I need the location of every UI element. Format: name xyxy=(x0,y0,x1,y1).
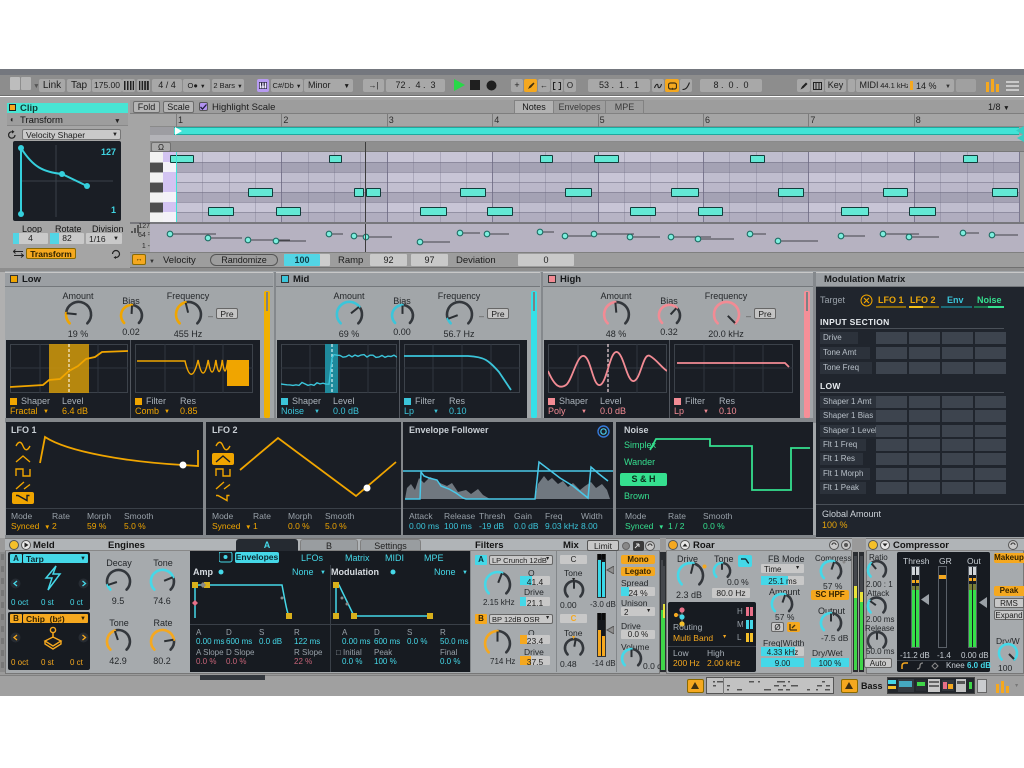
svg-text:1: 1 xyxy=(111,205,116,215)
svg-text:127: 127 xyxy=(101,147,116,157)
